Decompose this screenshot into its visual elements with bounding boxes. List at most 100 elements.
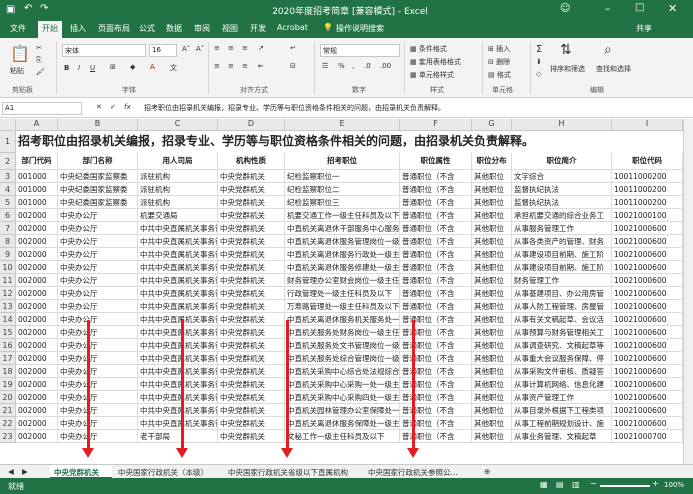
table-cell[interactable]: 中央办公厅 — [58, 352, 138, 365]
table-cell[interactable]: 从事采购文件审核、质疑答 — [512, 365, 612, 378]
select-all-corner[interactable] — [0, 119, 16, 131]
table-cell[interactable]: 中共中央直属机关事务管 — [138, 274, 218, 287]
table-cell[interactable]: 派驻机构 — [138, 170, 218, 183]
table-cell[interactable]: 普通职位（不含 — [400, 235, 472, 248]
zoom-slider[interactable] — [600, 485, 650, 487]
table-cell[interactable]: 中央党群机关 — [218, 196, 285, 209]
table-cell[interactable]: 002000 — [16, 300, 58, 313]
table-cell[interactable]: 中央党群机关 — [218, 235, 285, 248]
fill-icon[interactable]: ⬇ — [536, 58, 542, 66]
account-icon[interactable]: ☺ — [560, 3, 570, 14]
column-header[interactable]: A — [16, 119, 58, 131]
table-cell[interactable]: 10021000600 — [612, 339, 683, 352]
table-cell[interactable]: 中直机关服务处综合管理岗位一级主 — [285, 352, 400, 365]
tab-view[interactable]: 视图 — [222, 23, 238, 34]
table-cell[interactable]: 普通职位（不含 — [400, 391, 472, 404]
row-header[interactable]: 14 — [0, 313, 16, 326]
table-cell[interactable]: 行政管理处一级主任科员及以下 — [285, 287, 400, 300]
table-cell[interactable]: 其他职位 — [472, 326, 512, 339]
tell-me-search[interactable]: 操作说明搜索 — [336, 23, 384, 34]
zoom-in-icon[interactable]: + — [652, 479, 659, 488]
table-cell[interactable]: 财务管理办公室财会岗位一级主任科 — [285, 274, 400, 287]
table-cell[interactable]: 10021000600 — [612, 235, 683, 248]
table-cell[interactable]: 中共中央直属机关事务管 — [138, 417, 218, 430]
share-button[interactable]: 共享 — [636, 23, 652, 34]
sheet-tab-4[interactable]: 中央国家行政机关参照公... — [364, 465, 476, 479]
table-cell[interactable]: 从事调查研究、文稿起草等 — [512, 339, 612, 352]
paste-icon[interactable]: 📋 — [10, 44, 30, 63]
table-header-cell[interactable]: 职位代码 — [612, 153, 683, 170]
orientation-icon[interactable]: ↗ — [258, 44, 264, 52]
table-cell[interactable]: 002000 — [16, 261, 58, 274]
table-cell[interactable]: 10021000600 — [612, 274, 683, 287]
table-cell[interactable]: 10021000600 — [612, 326, 683, 339]
row-header[interactable]: 11 — [0, 274, 16, 287]
table-cell[interactable]: 10021000600 — [612, 287, 683, 300]
table-cell[interactable]: 002000 — [16, 339, 58, 352]
table-cell[interactable]: 普通职位（不含 — [400, 352, 472, 365]
column-header[interactable]: I — [612, 119, 683, 131]
table-cell[interactable]: 10021000600 — [612, 300, 683, 313]
row-header[interactable]: 13 — [0, 300, 16, 313]
row-header[interactable]: 21 — [0, 404, 16, 417]
page-break-view-icon[interactable]: ▥ — [572, 480, 580, 489]
table-cell[interactable]: 中央党群机关 — [218, 430, 285, 443]
row-header[interactable]: 1 — [0, 131, 16, 153]
table-cell[interactable]: 中央办公厅 — [58, 391, 138, 404]
row-header[interactable]: 10 — [0, 261, 16, 274]
table-cell[interactable]: 普通职位（不含 — [400, 170, 472, 183]
name-box[interactable]: A1 — [2, 102, 82, 115]
table-cell[interactable]: 中直机关离退休服务机关服务处一级主任 — [285, 313, 400, 326]
table-cell[interactable]: 从事目录外根据下工程类项 — [512, 404, 612, 417]
row-header[interactable]: 6 — [0, 209, 16, 222]
table-cell[interactable]: 002000 — [16, 378, 58, 391]
table-cell[interactable]: 中央办公厅 — [58, 222, 138, 235]
table-cell[interactable]: 中央党群机关 — [218, 287, 285, 300]
sheet-nav-prev-icon[interactable]: ◀ — [4, 465, 18, 479]
table-cell[interactable]: 002000 — [16, 326, 58, 339]
table-cell[interactable]: 其他职位 — [472, 417, 512, 430]
redo-icon[interactable]: ↷ — [40, 3, 48, 14]
table-cell[interactable]: 中央党群机关 — [218, 209, 285, 222]
table-cell[interactable]: 中共中央直属机关事务管 — [138, 222, 218, 235]
table-cell[interactable]: 派驻机构 — [138, 183, 218, 196]
table-cell[interactable]: 10021000100 — [612, 209, 683, 222]
autosum-icon[interactable]: Σ — [536, 44, 542, 55]
table-cell[interactable]: 其他职位 — [472, 404, 512, 417]
paste-button[interactable]: 粘贴 — [10, 66, 24, 76]
table-cell[interactable]: 万寿路管理处一级主任科员及以下 — [285, 300, 400, 313]
sort-filter-icon[interactable]: ⇅ — [560, 42, 572, 58]
table-cell[interactable]: 001000 — [16, 170, 58, 183]
table-cell[interactable]: 中直机关离退休服务管理岗位一级主 — [285, 235, 400, 248]
table-cell[interactable]: 中央党群机关 — [218, 404, 285, 417]
font-name-select[interactable]: 宋体 — [62, 44, 146, 57]
cell-styles-button[interactable]: ▦ 单元格样式 — [410, 70, 454, 80]
table-cell[interactable]: 其他职位 — [472, 170, 512, 183]
decrease-decimal-icon[interactable]: .00 — [380, 62, 391, 70]
table-cell[interactable]: 002000 — [16, 209, 58, 222]
table-cell[interactable]: 其他职位 — [472, 339, 512, 352]
table-header-cell[interactable]: 部门名称 — [58, 153, 138, 170]
table-cell[interactable]: 中直机关采购中心采购一处一级主任 — [285, 378, 400, 391]
table-cell[interactable]: 普通职位（不含 — [400, 183, 472, 196]
insert-cells-button[interactable]: ⊞ 插入 — [488, 44, 510, 54]
table-cell[interactable]: 中共中央直属机关事务管 — [138, 300, 218, 313]
table-cell[interactable]: 中共中央直属机关事务管 — [138, 404, 218, 417]
table-cell[interactable]: 002000 — [16, 352, 58, 365]
table-cell[interactable]: 其他职位 — [472, 235, 512, 248]
row-header[interactable]: 9 — [0, 248, 16, 261]
table-cell[interactable]: 中央党群机关 — [218, 313, 285, 326]
table-cell[interactable]: 10011000200 — [612, 196, 683, 209]
table-cell[interactable]: 中共中央直属机关事务管 — [138, 352, 218, 365]
row-header[interactable]: 7 — [0, 222, 16, 235]
table-cell[interactable]: 10021000600 — [612, 391, 683, 404]
table-cell[interactable]: 中央办公厅 — [58, 417, 138, 430]
table-cell[interactable]: 其他职位 — [472, 261, 512, 274]
table-cell[interactable]: 中直机关采购中心采购四处一级主任 — [285, 391, 400, 404]
table-cell[interactable]: 中直机关采购中心综合处法规综合岗 — [285, 365, 400, 378]
table-cell[interactable]: 中央办公厅 — [58, 300, 138, 313]
row-header[interactable]: 19 — [0, 378, 16, 391]
normal-view-icon[interactable]: ▦ — [540, 480, 548, 489]
table-cell[interactable]: 中央党群机关 — [218, 274, 285, 287]
table-cell[interactable]: 监督执纪执法 — [512, 183, 612, 196]
